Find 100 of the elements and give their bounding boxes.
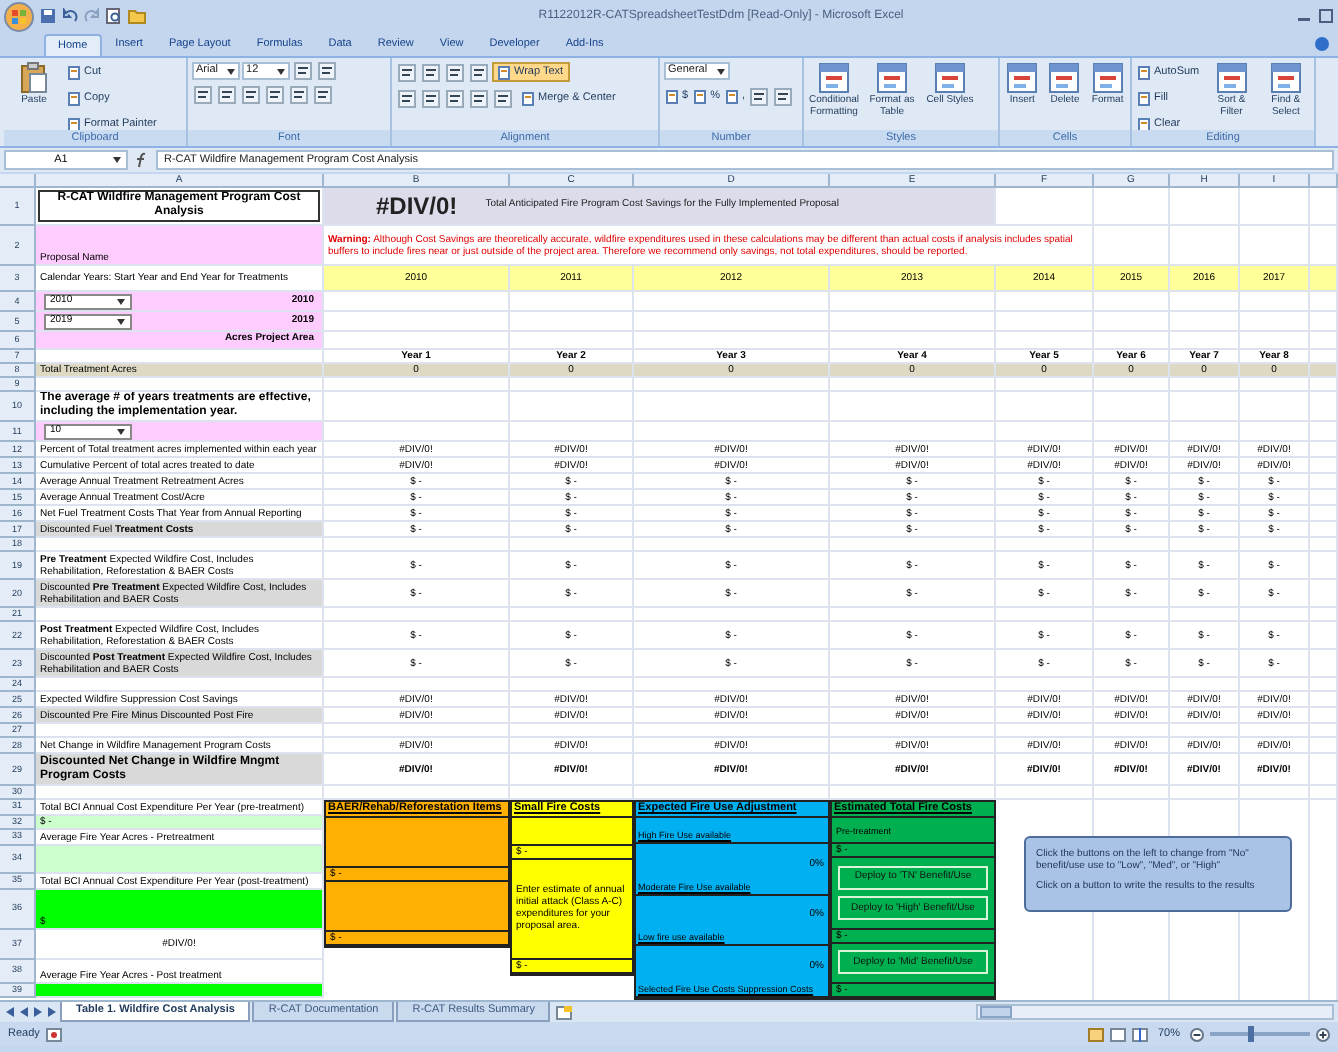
table-cell [1094, 392, 1170, 422]
table-cell [1170, 292, 1240, 312]
left-arrow-icon[interactable] [18, 1006, 30, 1018]
table-cell [1310, 552, 1338, 580]
caret-icon [276, 67, 287, 75]
table-cell [996, 292, 1094, 312]
table-cell [510, 332, 634, 350]
caret-icon [112, 156, 122, 164]
format-icon[interactable] [422, 89, 440, 107]
table-cell [1094, 312, 1170, 332]
table-cell [1170, 422, 1240, 442]
table-cell [510, 292, 634, 312]
format-icon[interactable] [218, 86, 236, 104]
table-cell [1094, 332, 1170, 350]
table-cell [1240, 392, 1310, 422]
document-icon [1138, 91, 1150, 105]
table-cell [1310, 332, 1338, 350]
format-icon[interactable] [470, 89, 488, 107]
table-cell [1310, 392, 1338, 422]
document-icon [522, 91, 534, 105]
last-arrow-icon[interactable] [46, 1006, 58, 1018]
table-icon [1006, 62, 1039, 94]
horizontal-scrollbar[interactable] [976, 1004, 1334, 1020]
office-button-icon[interactable] [4, 1, 34, 31]
table-cell [1240, 332, 1310, 350]
format-icon[interactable] [290, 86, 308, 104]
format-icon[interactable] [422, 63, 440, 81]
table-cell [1310, 622, 1338, 650]
document-icon [68, 91, 80, 105]
table-cell [1310, 422, 1338, 442]
save-icon[interactable] [40, 8, 56, 24]
document-icon [498, 65, 510, 79]
format-icon[interactable] [266, 86, 284, 104]
format-icon[interactable] [398, 63, 416, 81]
table-cell [1170, 332, 1240, 350]
caret-icon [715, 67, 726, 75]
format-icon[interactable] [314, 86, 332, 104]
page-layout-icon[interactable] [1109, 1027, 1126, 1041]
page-break-icon[interactable] [1131, 1027, 1148, 1041]
table-cell [996, 312, 1094, 332]
insert-sheet-icon[interactable] [556, 1005, 573, 1019]
format-icon[interactable] [242, 86, 260, 104]
table-cell [1310, 292, 1338, 312]
format-icon[interactable] [446, 63, 464, 81]
table-cell [1310, 754, 1338, 786]
table-cell [1310, 188, 1338, 226]
format-icon[interactable] [750, 87, 769, 105]
format-icon[interactable] [470, 63, 488, 81]
caret-icon [116, 317, 126, 325]
format-icon[interactable] [194, 86, 212, 104]
document-icon [1138, 65, 1150, 79]
document-icon [68, 65, 80, 79]
table-icon [818, 62, 850, 94]
slider-thumb[interactable] [1247, 1026, 1254, 1042]
format-icon[interactable] [774, 87, 793, 105]
table-cell [1094, 188, 1170, 226]
first-arrow-icon[interactable] [4, 1006, 16, 1018]
clipboard-icon [20, 62, 48, 94]
table-cell [510, 392, 634, 422]
table-cell [1094, 292, 1170, 312]
print-preview-icon[interactable] [106, 8, 122, 24]
zoom-out-icon[interactable] [1190, 1027, 1204, 1041]
table-cell [1240, 422, 1310, 442]
format-icon[interactable] [446, 89, 464, 107]
table-cell [1094, 422, 1170, 442]
macro-record-icon[interactable] [45, 1027, 62, 1041]
caret-icon [116, 297, 126, 305]
error-value: #DIV/0! [376, 190, 458, 224]
format-icon[interactable] [494, 89, 512, 107]
table-icon [1215, 62, 1248, 94]
table-icon [1269, 62, 1302, 94]
maximize-icon[interactable] [1318, 8, 1334, 24]
zoom-in-icon[interactable] [1316, 1027, 1330, 1041]
table-cell [510, 422, 634, 442]
table-icon [934, 62, 966, 94]
document-icon [666, 89, 678, 103]
table-cell [510, 312, 634, 332]
table-icon [1048, 62, 1081, 94]
table-cell [1170, 312, 1240, 332]
table-cell [1170, 188, 1240, 226]
table-cell [1310, 580, 1338, 608]
right-arrow-icon[interactable] [32, 1006, 44, 1018]
table-cell [1310, 312, 1338, 332]
table-cell [1240, 188, 1310, 226]
caret-icon [226, 67, 237, 75]
help-icon[interactable] [1314, 36, 1330, 52]
table-cell [1310, 650, 1338, 678]
table-icon [1091, 62, 1124, 94]
format-icon[interactable] [398, 89, 416, 107]
function-icon[interactable] [134, 152, 150, 168]
table-cell [1170, 392, 1240, 422]
format-icon[interactable] [294, 62, 313, 80]
table-cell [1240, 292, 1310, 312]
table-cell [996, 332, 1094, 350]
undo-icon[interactable] [62, 8, 78, 24]
format-icon[interactable] [318, 62, 337, 80]
table-cell [996, 422, 1094, 442]
normal-view-icon[interactable] [1087, 1027, 1104, 1041]
table-cell [1310, 266, 1338, 292]
caret-icon [116, 427, 126, 435]
